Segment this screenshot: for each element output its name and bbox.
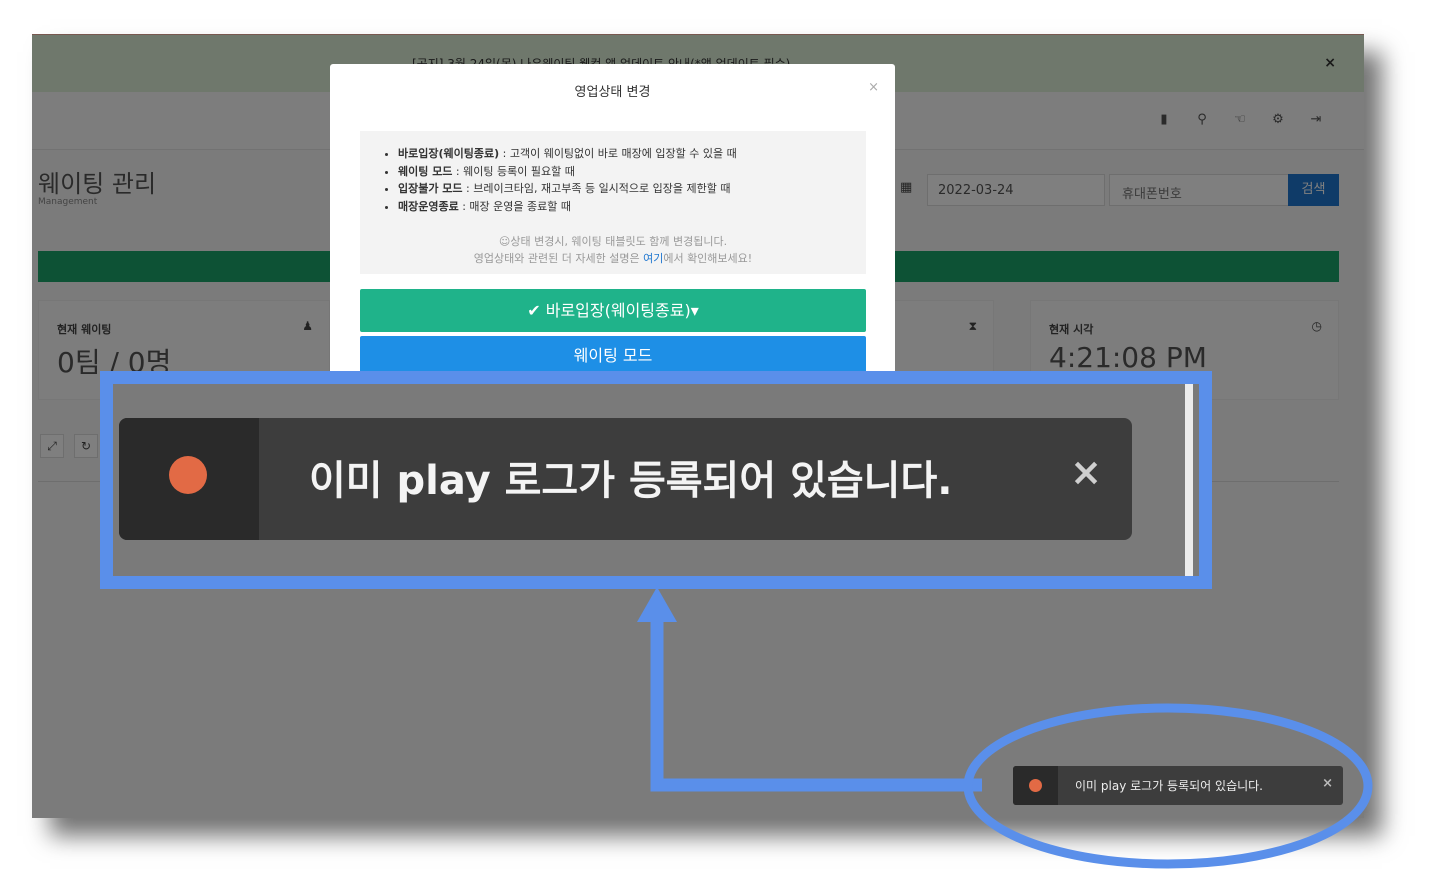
help-link[interactable]: 여기 xyxy=(643,252,663,265)
status-modal: 영업상태 변경 × 바로입장(웨이팅종료) : 고객이 웨이팅없이 바로 매장에… xyxy=(330,64,895,404)
info-list: 바로입장(웨이팅종료) : 고객이 웨이팅없이 바로 매장에 입장할 수 있을 … xyxy=(398,145,737,215)
toast-message: 이미 play 로그가 등록되어 있습니다. xyxy=(1075,779,1263,793)
toast-notification: 이미 play 로그가 등록되어 있습니다. × xyxy=(1013,766,1343,805)
scrollbar xyxy=(1185,384,1193,576)
error-dot-icon xyxy=(169,456,207,494)
modal-close-button[interactable]: × xyxy=(868,80,879,95)
tutorial-image: [공지] 3월 24일(목) 나우웨이팅 웹컴 앱 업데이트 안내(*앱 업데이… xyxy=(0,0,1432,884)
info-item: 입장불가 모드 : 브레이크타임, 재고부족 등 일시적으로 입장을 제한할 때 xyxy=(398,180,737,198)
info-item: 바로입장(웨이팅종료) : 고객이 웨이팅없이 바로 매장에 입장할 수 있을 … xyxy=(398,145,737,163)
info-box: 바로입장(웨이팅종료) : 고객이 웨이팅없이 바로 매장에 입장할 수 있을 … xyxy=(360,131,866,274)
direct-entry-dropdown-button[interactable]: ✔ 바로입장(웨이팅종료)▾ xyxy=(360,289,866,332)
hint-help-text: 영업상태와 관련된 더 자세한 설명은 여기에서 확인해보세요! xyxy=(473,252,753,265)
toast-close-button[interactable]: × xyxy=(1322,776,1333,791)
info-item: 매장운영종료 : 매장 운영을 종료할 때 xyxy=(398,198,737,216)
error-dot-icon xyxy=(1029,779,1042,792)
toast-icon-area xyxy=(119,418,259,540)
close-icon: × xyxy=(1070,450,1102,494)
info-item: 웨이팅 모드 : 웨이팅 등록이 필요할 때 xyxy=(398,163,737,181)
hint-text: ☺상태 변경시, 웨이팅 태블릿도 함께 변경됩니다. xyxy=(498,235,728,248)
zoomed-toast: 이미 play 로그가 등록되어 있습니다. × xyxy=(119,418,1132,540)
toast-message: 이미 play 로그가 등록되어 있습니다. xyxy=(309,458,953,504)
modal-title: 영업상태 변경 xyxy=(574,85,651,100)
zoom-callout: 이미 play 로그가 등록되어 있습니다. × xyxy=(100,371,1212,589)
toast-icon-area xyxy=(1013,766,1058,805)
